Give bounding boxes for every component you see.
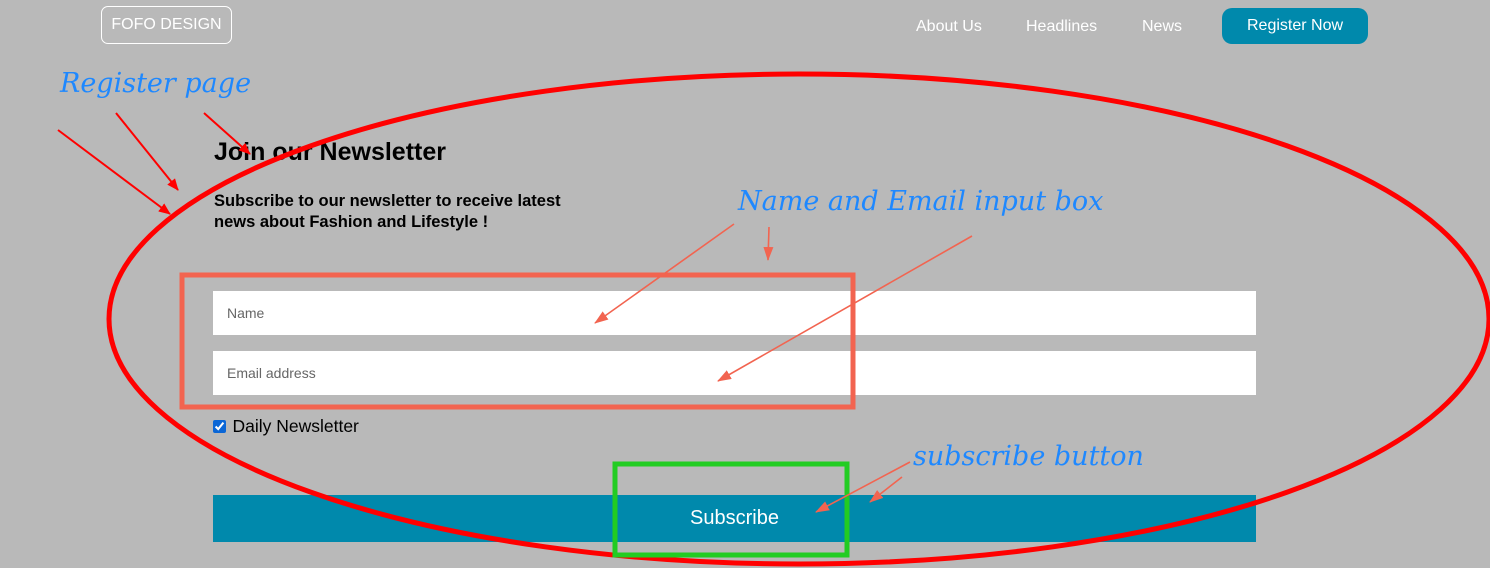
daily-newsletter-label[interactable]: Daily Newsletter <box>232 416 358 436</box>
nav-headlines[interactable]: Headlines <box>1026 17 1097 37</box>
inputs-annotation: Name and Email input box <box>738 186 1104 217</box>
subscribe-button[interactable]: Subscribe <box>213 495 1256 542</box>
name-input[interactable] <box>213 291 1256 335</box>
newsletter-subtitle: Subscribe to our newsletter to receive l… <box>214 192 561 231</box>
daily-newsletter-row: Daily Newsletter <box>213 416 359 436</box>
nav-news[interactable]: News <box>1142 17 1182 37</box>
register-page-annotation: Register page <box>60 68 252 99</box>
logo[interactable]: FOFO DESIGN <box>101 6 232 44</box>
inputs-arrow-2 <box>763 226 774 261</box>
nav-about-us[interactable]: About Us <box>916 17 982 37</box>
daily-newsletter-checkbox[interactable] <box>213 420 226 433</box>
register-arrow-2 <box>115 112 179 191</box>
email-input[interactable] <box>213 351 1256 395</box>
register-arrow-3 <box>57 129 171 215</box>
register-now-button[interactable]: Register Now <box>1222 8 1368 44</box>
newsletter-title: Join our Newsletter <box>214 138 446 166</box>
subscribe-annotation: subscribe button <box>913 441 1144 472</box>
